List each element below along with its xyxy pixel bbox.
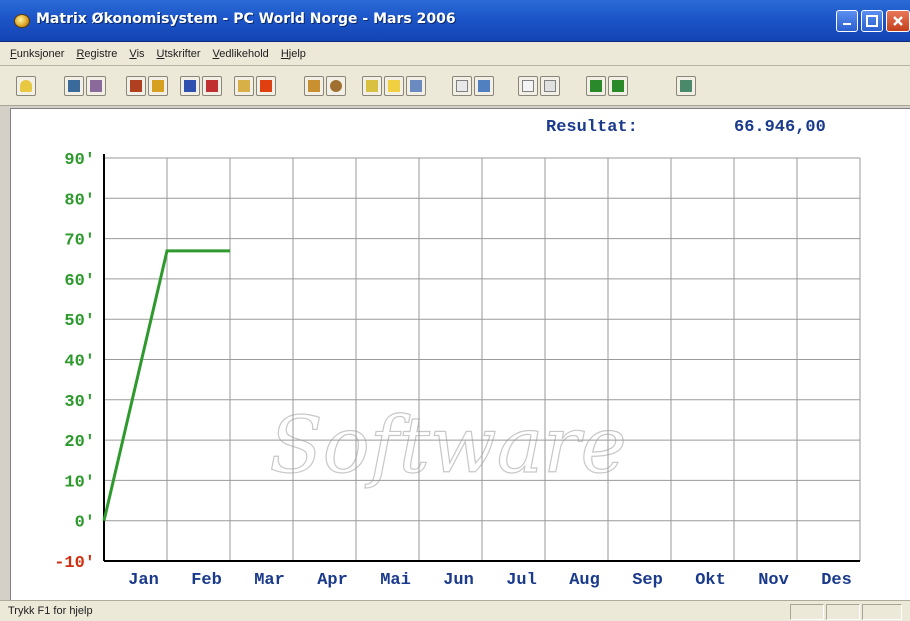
result-label: Resultat: <box>546 118 638 137</box>
y-tick-label: 90' <box>64 151 95 170</box>
x-axis-labels: Jan Feb Mar Apr Mai Jun Jul Aug Sep Okt Nov Des <box>128 571 852 590</box>
x-tick-label: Jun <box>443 571 474 590</box>
x-tick-label: Jul <box>506 571 537 590</box>
y-tick-label: 10' <box>64 473 95 492</box>
status-panel-2 <box>826 604 860 620</box>
x-tick-label: Okt <box>695 571 726 590</box>
chart-grid <box>104 157 861 562</box>
y-tick-label: 30' <box>64 393 95 412</box>
x-tick-label: Des <box>821 571 852 590</box>
y-tick-label: 40' <box>64 353 95 372</box>
x-tick-label: Feb <box>191 571 222 590</box>
x-tick-label: Mai <box>380 571 411 590</box>
y-tick-label: 0' <box>75 514 95 533</box>
watermark-text: Software <box>269 401 626 491</box>
x-tick-label: Nov <box>758 571 789 590</box>
y-tick-label: 60' <box>64 272 95 291</box>
status-text: Trykk F1 for hjelp <box>8 605 93 617</box>
y-tick-label: 70' <box>64 232 95 251</box>
x-tick-label: Jan <box>128 571 159 590</box>
x-tick-label: Mar <box>254 571 285 590</box>
status-bar: Trykk F1 for hjelp <box>0 600 910 621</box>
status-panel-1 <box>790 604 824 620</box>
y-tick-label: 20' <box>64 433 95 452</box>
y-tick-label: -10' <box>54 554 95 573</box>
x-tick-label: Aug <box>569 571 600 590</box>
result-chart: Software 90' 80' 70' 60' 50' 40' 30' 20' 10' 0' -1… <box>54 151 861 590</box>
y-axis-labels: 90' 80' 70' 60' 50' 40' 30' 20' 10' 0' -10' <box>54 151 95 573</box>
y-tick-label: 50' <box>64 312 95 331</box>
x-tick-label: Apr <box>317 571 348 590</box>
result-value: 66.946,00 <box>734 118 826 137</box>
status-panel-3 <box>862 604 902 620</box>
x-tick-label: Sep <box>632 571 663 590</box>
y-tick-label: 80' <box>64 191 95 210</box>
